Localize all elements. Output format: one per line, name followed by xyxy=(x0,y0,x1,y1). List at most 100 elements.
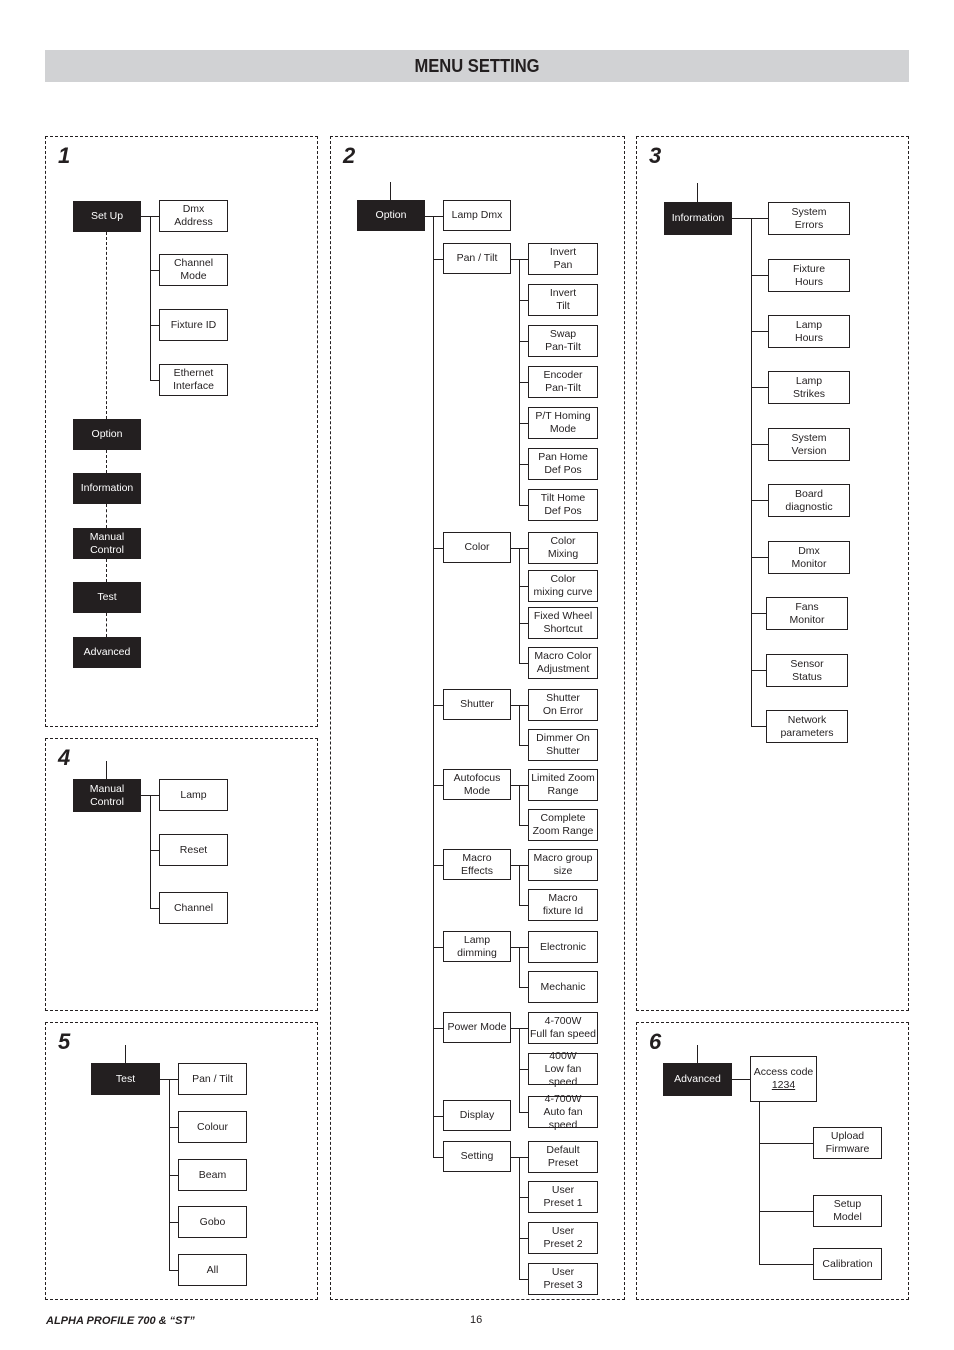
connector-line xyxy=(150,380,159,382)
menu-item-beam[interactable]: Beam xyxy=(178,1159,247,1191)
menu-root-manual-control[interactable]: Manual Control xyxy=(73,779,141,812)
menu-item-macro-color-adjustment[interactable]: Macro Color Adjustment xyxy=(528,647,598,679)
connector-line xyxy=(519,865,528,867)
menu-root-option[interactable]: Option xyxy=(73,419,141,450)
menu-item-lamp-dimming[interactable]: Lamp dimming xyxy=(443,931,511,962)
menu-item-invert-pan[interactable]: Invert Pan xyxy=(528,243,598,275)
menu-item-display[interactable]: Display xyxy=(443,1100,511,1131)
menu-root-test[interactable]: Test xyxy=(91,1063,160,1095)
page-title-bar: MENU SETTING xyxy=(45,50,909,82)
menu-item-color-mixing[interactable]: Color Mixing xyxy=(528,532,598,564)
menu-item-reset[interactable]: Reset xyxy=(159,834,228,866)
menu-item-macro-fixture-id[interactable]: Macro fixture Id xyxy=(528,889,598,921)
menu-item-lamp[interactable]: Lamp xyxy=(159,779,228,811)
menu-root-test[interactable]: Test xyxy=(73,582,141,613)
menu-item-invert-tilt[interactable]: Invert Tilt xyxy=(528,284,598,316)
connector-line xyxy=(759,1143,813,1145)
connector-line xyxy=(519,1112,528,1114)
menu-root-information[interactable]: Information xyxy=(664,202,732,235)
menu-item-pan-home-def-pos[interactable]: Pan Home Def Pos xyxy=(528,448,598,480)
menu-root-advanced[interactable]: Advanced xyxy=(73,637,141,668)
menu-item-user-preset-3[interactable]: User Preset 3 xyxy=(528,1263,598,1295)
menu-item-user-preset-2[interactable]: User Preset 2 xyxy=(528,1222,598,1254)
connector-line xyxy=(751,726,766,728)
menu-item-limited-zoom-range[interactable]: Limited Zoom Range xyxy=(528,769,598,801)
menu-item-color[interactable]: Color xyxy=(443,532,511,563)
connector-line xyxy=(519,663,528,665)
menu-item-fixture-id[interactable]: Fixture ID xyxy=(159,309,228,341)
menu-item-macro-group-size[interactable]: Macro group size xyxy=(528,849,598,881)
menu-item-4-700w-full-fan-speed[interactable]: 4-700W Full fan speed xyxy=(528,1012,598,1044)
connector-line xyxy=(519,623,528,625)
menu-item-color-mixing-curve[interactable]: Color mixing curve xyxy=(528,570,598,602)
connector-line xyxy=(759,1264,813,1266)
connector-line xyxy=(519,987,528,989)
menu-item-lamp-strikes[interactable]: Lamp Strikes xyxy=(768,371,850,404)
menu-item-board-diagnostic[interactable]: Board diagnostic xyxy=(768,484,850,517)
menu-root-manual-control[interactable]: Manual Control xyxy=(73,528,141,559)
menu-item-power-mode[interactable]: Power Mode xyxy=(443,1012,511,1043)
menu-item-mechanic[interactable]: Mechanic xyxy=(528,971,598,1003)
connector-line xyxy=(150,325,159,327)
menu-item-system-errors[interactable]: System Errors xyxy=(768,202,850,235)
menu-root-information[interactable]: Information xyxy=(73,473,141,504)
menu-item-macro-effects[interactable]: Macro Effects xyxy=(443,849,511,880)
menu-item-colour[interactable]: Colour xyxy=(178,1111,247,1143)
menu-item-electronic[interactable]: Electronic xyxy=(528,931,598,963)
menu-item-pan-tilt[interactable]: Pan / Tilt xyxy=(178,1063,247,1095)
connector-line xyxy=(519,423,528,425)
connector-line xyxy=(433,947,443,949)
menu-item-400w-low-fan-speed[interactable]: 400W Low fan speed xyxy=(528,1050,598,1088)
connector-line xyxy=(519,745,528,747)
menu-item-shutter[interactable]: Shutter xyxy=(443,689,511,720)
menu-item-encoder-pan-tilt[interactable]: Encoder Pan-Tilt xyxy=(528,366,598,398)
menu-item-dmx-address[interactable]: Dmx Address xyxy=(159,200,228,232)
menu-item-network-parameters[interactable]: Network parameters xyxy=(766,710,848,743)
menu-item-p-t-homing-mode[interactable]: P/T Homing Mode xyxy=(528,407,598,439)
menu-item-pan-tilt[interactable]: Pan / Tilt xyxy=(443,243,511,274)
menu-item-system-version[interactable]: System Version xyxy=(768,428,850,461)
menu-item-autofocus-mode[interactable]: Autofocus Mode xyxy=(443,769,511,800)
connector-line xyxy=(150,216,159,218)
connector-line xyxy=(150,216,152,380)
menu-item-setting[interactable]: Setting xyxy=(443,1141,511,1172)
menu-item-swap-pan-tilt[interactable]: Swap Pan-Tilt xyxy=(528,325,598,357)
menu-root-set-up[interactable]: Set Up xyxy=(73,201,141,232)
menu-item-dimmer-on-shutter[interactable]: Dimmer On Shutter xyxy=(528,729,598,761)
menu-item-gobo[interactable]: Gobo xyxy=(178,1206,247,1238)
menu-item-default-preset[interactable]: Default Preset xyxy=(528,1141,598,1173)
connector-line xyxy=(732,1079,750,1081)
menu-item-setup-model[interactable]: Setup Model xyxy=(813,1195,882,1227)
menu-item-ethernet-interface[interactable]: Ethernet Interface xyxy=(159,364,228,396)
connector-line xyxy=(150,908,159,910)
connector-line xyxy=(519,865,521,905)
connector-line xyxy=(751,218,753,726)
menu-item-4-700w-auto-fan-speed[interactable]: 4-700W Auto fan speed xyxy=(528,1093,598,1131)
menu-item-sensor-status[interactable]: Sensor Status xyxy=(766,654,848,687)
connector-line xyxy=(751,444,768,446)
menu-item-fixture-hours[interactable]: Fixture Hours xyxy=(768,259,850,292)
connector-line xyxy=(433,1028,443,1030)
menu-item-lamp-dmx[interactable]: Lamp Dmx xyxy=(443,200,511,231)
menu-root-option[interactable]: Option xyxy=(357,200,425,231)
menu-item-fixed-wheel-shortcut[interactable]: Fixed Wheel Shortcut xyxy=(528,607,598,639)
menu-item-complete-zoom-range[interactable]: Complete Zoom Range xyxy=(528,809,598,841)
menu-item-calibration[interactable]: Calibration xyxy=(813,1248,882,1280)
menu-root-advanced[interactable]: Advanced xyxy=(663,1063,732,1096)
menu-item-tilt-home-def-pos[interactable]: Tilt Home Def Pos xyxy=(528,489,598,521)
menu-item-user-preset-1[interactable]: User Preset 1 xyxy=(528,1181,598,1213)
menu-item-lamp-hours[interactable]: Lamp Hours xyxy=(768,315,850,348)
menu-item-channel-mode[interactable]: Channel Mode xyxy=(159,254,228,286)
access-code-box[interactable]: Access code 1234 xyxy=(750,1056,817,1102)
panel-number: 1 xyxy=(58,143,71,168)
menu-item-channel[interactable]: Channel xyxy=(159,892,228,924)
menu-item-dmx-monitor[interactable]: Dmx Monitor xyxy=(768,541,850,574)
access-code-value: 1234 xyxy=(771,1079,796,1091)
connector-line xyxy=(519,1238,528,1240)
menu-item-fans-monitor[interactable]: Fans Monitor xyxy=(766,597,848,630)
connector-line xyxy=(433,1116,443,1118)
menu-item-upload-firmware[interactable]: Upload Firmware xyxy=(813,1127,882,1159)
connector-line xyxy=(751,500,768,502)
menu-item-all[interactable]: All xyxy=(178,1254,247,1286)
menu-item-shutter-on-error[interactable]: Shutter On Error xyxy=(528,689,598,721)
